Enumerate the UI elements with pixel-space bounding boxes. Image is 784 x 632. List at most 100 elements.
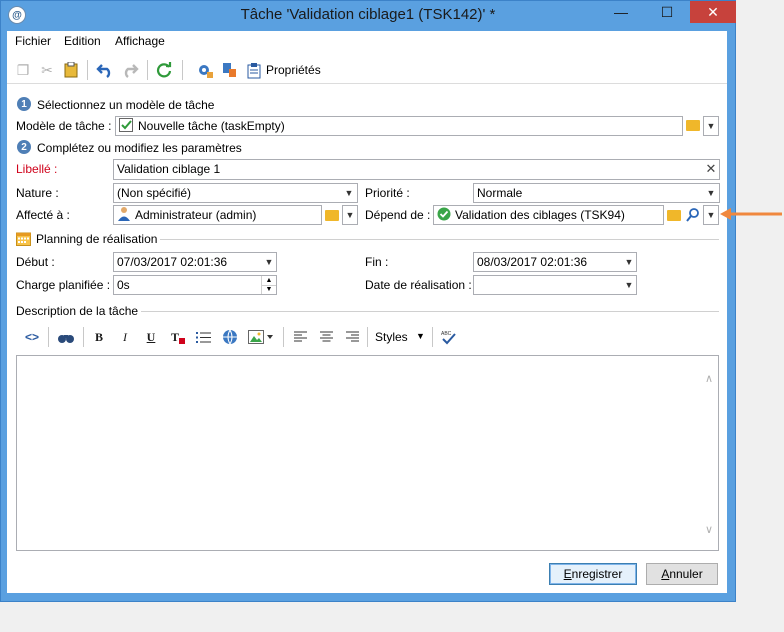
fin-value: 08/03/2017 02:01:36 [477, 255, 588, 269]
text-color-icon[interactable]: T [169, 329, 187, 345]
template-label: Modèle de tâche : [16, 119, 112, 133]
charge-stepper[interactable]: ▲ ▼ [261, 276, 276, 294]
libelle-input[interactable]: Validation ciblage 1 [113, 159, 720, 180]
scroll-up-icon[interactable]: ∧ [701, 371, 717, 385]
folder-icon[interactable] [686, 120, 700, 131]
charge-label: Charge planifiée : [16, 278, 111, 292]
charge-value: 0s [117, 278, 130, 292]
debut-date-field[interactable]: 07/03/2017 02:01:36 [113, 252, 277, 272]
step-2-badge: 2 [17, 140, 31, 154]
properties-icon[interactable] [245, 61, 263, 79]
close-button[interactable]: ✕ [690, 1, 736, 23]
affecte-dropdown-button[interactable]: ▼ [342, 205, 358, 225]
chevron-down-icon[interactable]: ▼ [622, 276, 636, 294]
date-realisation-field[interactable] [473, 275, 637, 295]
find-binoculars-icon[interactable] [56, 329, 76, 345]
copy-icon[interactable]: ❐ [14, 61, 32, 79]
italic-icon[interactable]: I [118, 329, 132, 345]
cancel-label: nnuler [669, 567, 703, 581]
toolbar [7, 56, 727, 84]
align-right-icon[interactable] [345, 329, 359, 345]
step-1-title: Sélectionnez un modèle de tâche [37, 98, 215, 112]
priorite-value: Normale [477, 186, 523, 200]
menu-edition[interactable]: Edition [64, 34, 101, 48]
toolbar-separator [87, 60, 88, 80]
calendar-icon [16, 231, 31, 246]
folder-icon[interactable] [667, 210, 681, 221]
affecte-label: Affecté à : [16, 208, 70, 222]
chevron-down-icon[interactable]: ▼ [622, 253, 636, 271]
planning-title: Planning de réalisation [36, 232, 158, 246]
cut-icon[interactable]: ✂ [38, 61, 56, 79]
description-title: Description de la tâche [16, 304, 139, 318]
save-label: nregistrer [571, 567, 623, 581]
checkbox-checked-icon [119, 117, 133, 135]
fin-date-field[interactable]: 08/03/2017 02:01:36 [473, 252, 637, 272]
save-accelerator: E [563, 567, 572, 581]
toolbar-separator [367, 327, 368, 347]
nature-label: Nature : [16, 186, 59, 200]
chevron-down-icon[interactable]: ▼ [262, 253, 276, 271]
depend-value: Validation des ciblages (TSK94) [455, 208, 625, 222]
svg-text:ABC: ABC [441, 331, 452, 337]
step-2-title: Complétez ou modifiez les paramètres [37, 141, 242, 155]
refresh-icon[interactable] [155, 61, 173, 79]
step-1-badge: 1 [17, 97, 31, 111]
toolbar-separator [432, 327, 433, 347]
priorite-select[interactable]: Normale [473, 183, 720, 203]
stepper-up-icon[interactable]: ▲ [262, 276, 276, 285]
description-editor[interactable] [16, 355, 719, 551]
insert-link-globe-icon[interactable] [221, 329, 239, 345]
maximize-button[interactable]: ☐ [644, 1, 690, 23]
bulleted-list-icon[interactable] [195, 329, 211, 345]
toolbar-separator [283, 327, 284, 347]
bold-icon[interactable]: B [92, 329, 106, 345]
template-dropdown-button[interactable]: ▼ [703, 116, 719, 136]
check-circle-icon [437, 207, 451, 224]
chevron-down-icon[interactable]: ▼ [416, 331, 425, 341]
menu-fichier[interactable]: Fichier [15, 34, 51, 48]
properties-button-label[interactable]: Propriétés [266, 63, 321, 77]
affecte-value: Administrateur (admin) [135, 208, 257, 222]
workflow-icon[interactable] [220, 61, 238, 79]
stepper-down-icon[interactable]: ▼ [262, 284, 276, 295]
chevron-down-icon[interactable]: ▼ [704, 184, 718, 202]
folder-icon[interactable] [325, 210, 339, 221]
libelle-label: Libellé : [16, 162, 58, 176]
annotation-arrow [718, 206, 784, 222]
align-center-icon[interactable] [319, 329, 333, 345]
chevron-down-icon[interactable]: ▼ [342, 184, 356, 202]
affecte-field[interactable]: Administrateur (admin) [113, 205, 322, 225]
depend-dropdown-button[interactable]: ▼ [703, 205, 719, 225]
minimize-button[interactable]: — [598, 1, 644, 23]
nature-value: (Non spécifié) [117, 186, 192, 200]
clear-icon[interactable]: ✕ [703, 161, 719, 177]
search-icon[interactable] [685, 207, 701, 223]
section-divider [160, 239, 719, 240]
cancel-button[interactable]: Annuler [646, 563, 718, 585]
source-code-icon[interactable]: <> [22, 329, 42, 345]
menu-affichage[interactable]: Affichage [115, 34, 165, 48]
undo-icon[interactable] [96, 61, 114, 79]
styles-dropdown-label[interactable]: Styles [375, 330, 408, 344]
debut-value: 07/03/2017 02:01:36 [117, 255, 228, 269]
nature-select[interactable]: (Non spécifié) [113, 183, 358, 203]
depend-field[interactable]: Validation des ciblages (TSK94) [433, 205, 664, 225]
align-left-icon[interactable] [293, 329, 307, 345]
settings-gear-icon[interactable] [196, 61, 214, 79]
redo-icon[interactable] [121, 61, 139, 79]
template-field[interactable]: Nouvelle tâche (taskEmpty) [115, 116, 683, 136]
save-button[interactable]: Enregistrer [549, 563, 637, 585]
debut-label: Début : [16, 255, 55, 269]
charge-input[interactable]: 0s [113, 275, 277, 295]
paste-icon[interactable] [62, 61, 80, 79]
depend-label: Dépend de : [365, 208, 431, 222]
insert-image-icon[interactable] [247, 329, 275, 345]
user-icon [117, 206, 131, 224]
spellcheck-icon[interactable]: ABC [440, 329, 456, 345]
date-realisation-label: Date de réalisation : [365, 278, 472, 292]
cancel-accelerator: A [661, 567, 670, 581]
scroll-down-icon[interactable]: ∨ [701, 522, 717, 536]
underline-icon[interactable]: U [144, 329, 158, 345]
section-divider [141, 311, 719, 312]
